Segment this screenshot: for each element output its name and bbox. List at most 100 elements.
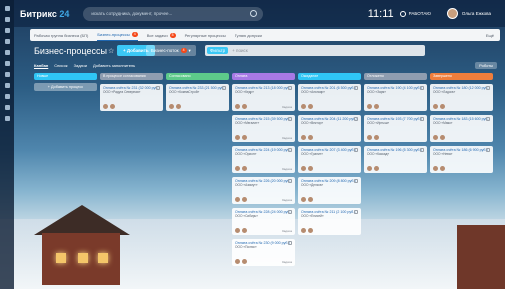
tab-0[interactable]: Рабочая группа бизнеса (БП) [34,33,88,38]
avatar [308,135,313,140]
column-header[interactable]: Новые [34,73,97,80]
checkbox-icon[interactable] [354,117,358,121]
process-card[interactable]: Оплата счёта № 207 (3 400 руб.) ООО «Гран… [298,146,361,173]
process-card[interactable]: Оплата счёта № 186 (6 900 руб.) ООО «Нева… [430,146,493,173]
avatar [308,166,313,171]
process-card[interactable]: Оплата счёта № 224 (19 000 руб.) ООО «Ори… [232,146,295,173]
chevron-down-icon: ▾ [188,48,191,53]
user-name[interactable]: Ольга Ежкова [462,11,491,16]
column-header[interactable]: В процессе согласования [100,73,163,80]
checkbox-icon[interactable] [288,241,292,245]
checkbox-icon[interactable] [486,117,490,121]
process-card[interactable]: Оплата счёта № 183 (15 600 руб.) ООО «Мая… [430,115,493,142]
view-tab-3[interactable]: Добавить заполнитель [93,63,135,68]
column-header[interactable]: Отложено [364,73,427,80]
avatar[interactable] [446,8,458,19]
house-illustration-right [457,225,505,289]
feed-icon[interactable] [4,17,10,22]
avatar [235,135,240,140]
avatar [301,228,306,233]
process-card[interactable]: Оплата счёта № 231 (32 000 руб.) ООО «Рад… [100,84,163,111]
card-company: ООО «Ладога» [433,90,456,95]
disk-icon[interactable] [4,61,10,66]
process-card[interactable]: Оплата счёта № 211 (2 100 руб.) ООО «Енис… [298,208,361,235]
checkbox-icon[interactable] [486,148,490,152]
view-tab-1[interactable]: Список [54,63,67,68]
process-card[interactable]: Оплата счёта № 204 (11 200 руб.) ООО «Век… [298,115,361,142]
checkbox-icon[interactable] [354,210,358,214]
add-process-button[interactable]: + Добавить процесс [34,83,97,91]
card-company: ООО «Вектор» [301,121,324,126]
clock[interactable]: 11:11 [368,8,394,20]
checkbox-icon[interactable] [354,148,358,152]
checkbox-icon[interactable] [222,86,226,90]
column-header[interactable]: Завершено [430,73,493,80]
tab-1[interactable]: Бизнес-процессы 4 [97,29,138,41]
page-title: Бизнес-процессы [34,46,107,56]
checkbox-icon[interactable] [420,148,424,152]
robots-button[interactable]: Роботы [475,62,497,69]
avatar [242,135,247,140]
calendar-icon[interactable] [4,50,10,55]
card-company: ООО «Каскад» [367,152,390,157]
crm-icon[interactable] [4,72,10,77]
checkbox-icon[interactable] [288,86,292,90]
checkbox-icon[interactable] [420,86,424,90]
process-card[interactable]: Оплата счёта № 226 (20 000 руб.) ООО «Ази… [232,177,295,204]
menu-icon[interactable] [4,6,10,11]
process-card[interactable]: Оплата счёта № 180 (12 000 руб.) ООО «Лад… [430,84,493,111]
avatar [301,135,306,140]
kanban-column: Оплата Оплата счёта № 213 (18 000 руб.) ОО… [232,73,295,266]
settings-icon[interactable] [4,105,10,110]
filter-search-input[interactable]: Фильтр + поиск [205,45,425,56]
card-company: ООО «Заря» [367,90,387,95]
avatar [169,104,174,109]
process-card[interactable]: Оплата счёта № 196 (5 300 руб.) ООО «Каск… [364,146,427,173]
flow-button[interactable]: Бизнес-поток 4 ▾ [146,45,196,56]
more-icon[interactable] [4,116,10,121]
avatar [374,104,379,109]
view-tab-2[interactable]: Задачи [74,63,87,68]
chat-icon[interactable] [4,39,10,44]
process-card[interactable]: Оплата счёта № 209 (8 800 руб.) ООО «Дель… [298,177,361,204]
checkbox-icon[interactable] [486,86,490,90]
process-card[interactable]: Оплата счёта № 213 (18 000 руб.) ООО «Кед… [232,84,295,111]
work-status-button[interactable]: РАБОТАЮ [399,10,431,17]
logo[interactable]: Битрикс 24 [20,9,69,19]
avatar [176,104,181,109]
process-card[interactable]: Оплата счёта № 215 (39 500 руб.) ООО «Мег… [232,115,295,142]
column-header[interactable]: Оплата [232,73,295,80]
filter-chip[interactable]: Фильтр [207,47,229,54]
column-header[interactable]: Ожидание [298,73,361,80]
card-tag: Задача [281,104,292,109]
checkbox-icon[interactable] [288,179,292,183]
process-card[interactable]: Оплата счёта № 190 (4 100 руб.) ООО «Заря… [364,84,427,111]
checkbox-icon[interactable] [288,117,292,121]
column-header[interactable]: Согласовано [166,73,229,80]
process-card[interactable]: Оплата счёта № 230 (9 000 руб.) ООО «Полю… [232,239,295,266]
process-card[interactable]: Оплата счёта № 193 (7 700 руб.) ООО «Ирты… [364,115,427,142]
tab-4[interactable]: Гуляю допуски [235,33,262,38]
process-card[interactable]: Оплата счёта № 233 (21 500 руб.) ООО «Ком… [166,84,229,111]
process-card[interactable]: Оплата счёта № 201 (6 500 руб.) ООО «Альт… [298,84,361,111]
checkbox-icon[interactable] [288,210,292,214]
checkbox-icon[interactable] [156,86,160,90]
view-tab-0[interactable]: Канбан [34,63,48,68]
checkbox-icon[interactable] [354,179,358,183]
tab-more[interactable]: Ещё [486,33,494,38]
star-icon[interactable]: ☆ [108,47,114,55]
avatar [308,104,313,109]
checkbox-icon[interactable] [288,148,292,152]
avatar [440,135,445,140]
search-input[interactable]: искать сотрудника, документ, прочее... [83,6,264,21]
checkbox-icon[interactable] [354,86,358,90]
tab-2[interactable]: Все задачи 8 [147,32,176,38]
tasks-icon[interactable] [4,28,10,33]
groups-icon[interactable] [4,94,10,99]
process-card[interactable]: Оплата счёта № 228 (24 000 руб.) ООО «Сиб… [232,208,295,235]
avatar [367,166,372,171]
checkbox-icon[interactable] [420,117,424,121]
mail-icon[interactable] [4,83,10,88]
card-tag: Задача [281,166,292,171]
tab-3[interactable]: Регулярные процессы [185,33,226,38]
